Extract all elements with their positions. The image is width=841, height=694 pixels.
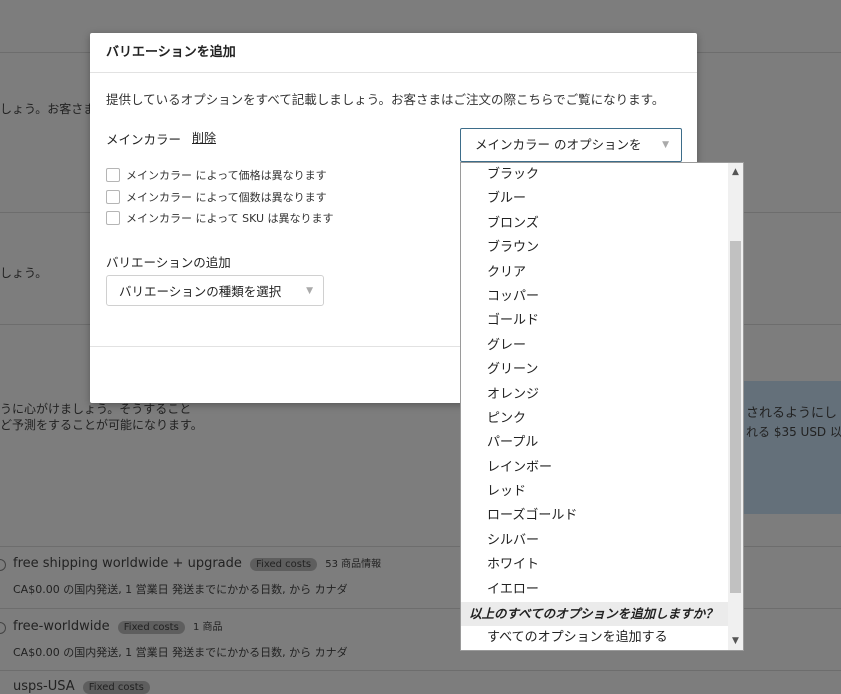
checkbox-label: メインカラー によって個数は異なります <box>126 191 327 204</box>
quantity-varies-checkbox-row[interactable]: メインカラー によって個数は異なります <box>106 189 327 205</box>
add-all-options-item[interactable]: すべてのオプションを追加する <box>461 626 729 650</box>
options-dropdown[interactable]: ブラック ブルー ブロンズ ブラウン クリア コッパー ゴールド グレー グリー… <box>460 162 744 651</box>
option-item[interactable]: ピンク <box>461 407 729 431</box>
checkbox[interactable] <box>106 168 120 182</box>
fixed-costs-badge: Fixed costs <box>117 621 185 634</box>
option-item[interactable]: ブラック <box>461 163 729 187</box>
option-item[interactable]: ホワイト <box>461 553 729 577</box>
option-item[interactable]: レッド <box>461 480 729 504</box>
option-item[interactable]: イエロー <box>461 578 729 602</box>
checkbox-label: メインカラー によって SKU は異なります <box>126 212 334 225</box>
option-item[interactable]: ブラウン <box>461 236 729 260</box>
select-value: メインカラー のオプションを <box>475 137 642 152</box>
scrollbar[interactable]: ▲ ▼ <box>728 163 743 650</box>
fixed-costs-badge: Fixed costs <box>82 681 150 694</box>
profile-detail: CA$0.00 の国内発送, 1 営業日 発送までにかかる日数, から カナダ <box>13 583 348 596</box>
listing-count: 53 商品情報 <box>325 559 382 570</box>
option-item[interactable]: パープル <box>461 431 729 455</box>
chevron-up-icon[interactable]: ▲ <box>728 165 743 179</box>
option-item[interactable]: オレンジ <box>461 383 729 407</box>
chevron-down-icon: ▼ <box>662 140 669 150</box>
scrollbar-thumb[interactable] <box>730 241 741 593</box>
checkbox[interactable] <box>106 190 120 204</box>
chevron-down-icon[interactable]: ▼ <box>728 634 743 648</box>
radio-button[interactable] <box>0 622 6 634</box>
bg-text: ど予測をすることが可能になります。 <box>0 418 203 432</box>
option-item[interactable]: ローズゴールド <box>461 504 729 528</box>
select-value: バリエーションの種類を選択 <box>119 284 282 299</box>
option-group-label: 以上のすべてのオプションを追加しますか？ <box>461 602 729 627</box>
option-item[interactable]: シルバー <box>461 529 729 553</box>
profile-name: free-worldwide <box>13 619 110 634</box>
chevron-down-icon: ▼ <box>306 286 313 296</box>
price-varies-checkbox-row[interactable]: メインカラー によって価格は異なります <box>106 167 327 183</box>
profile-detail: CA$0.00 の国内発送, 1 営業日 発送までにかかる日数, から カナダ <box>13 646 348 659</box>
bg-text: しょう。お客さま <box>0 102 96 116</box>
add-variation-label: バリエーションの追加 <box>106 255 231 270</box>
sku-varies-checkbox-row[interactable]: メインカラー によって SKU は異なります <box>106 210 334 226</box>
bg-text: されるようにし <box>746 406 838 421</box>
listing-count: 1 商品 <box>192 622 223 633</box>
checkbox-label: メインカラー によって価格は異なります <box>126 169 327 182</box>
modal-description: 提供しているオプションをすべて記載しましょう。お客さまはご注文の際こちらでご覧に… <box>106 92 665 107</box>
divider <box>0 670 841 671</box>
radio-button[interactable] <box>0 559 6 571</box>
bg-text: れる $35 USD 以上 <box>746 425 841 439</box>
option-item[interactable]: ブルー <box>461 187 729 211</box>
profile-name: free shipping worldwide + upgrade <box>13 556 242 571</box>
variation-type-select[interactable]: バリエーションの種類を選択 ▼ <box>106 275 324 306</box>
fixed-costs-badge: Fixed costs <box>250 558 318 571</box>
option-item[interactable]: ブロンズ <box>461 212 729 236</box>
options-select[interactable]: メインカラー のオプションを ▼ <box>460 128 682 162</box>
variation-name-label: メインカラー <box>106 132 182 147</box>
option-item[interactable]: グレー <box>461 334 729 358</box>
option-item[interactable]: レインボー <box>461 456 729 480</box>
option-item[interactable]: ゴールド <box>461 309 729 333</box>
option-item[interactable]: クリア <box>461 261 729 285</box>
modal-title: バリエーションを追加 <box>90 33 697 73</box>
bg-text: しょう。 <box>0 266 48 280</box>
option-item[interactable]: コッパー <box>461 285 729 309</box>
delete-link[interactable]: 削除 <box>192 129 216 146</box>
option-item[interactable]: グリーン <box>461 358 729 382</box>
checkbox[interactable] <box>106 211 120 225</box>
